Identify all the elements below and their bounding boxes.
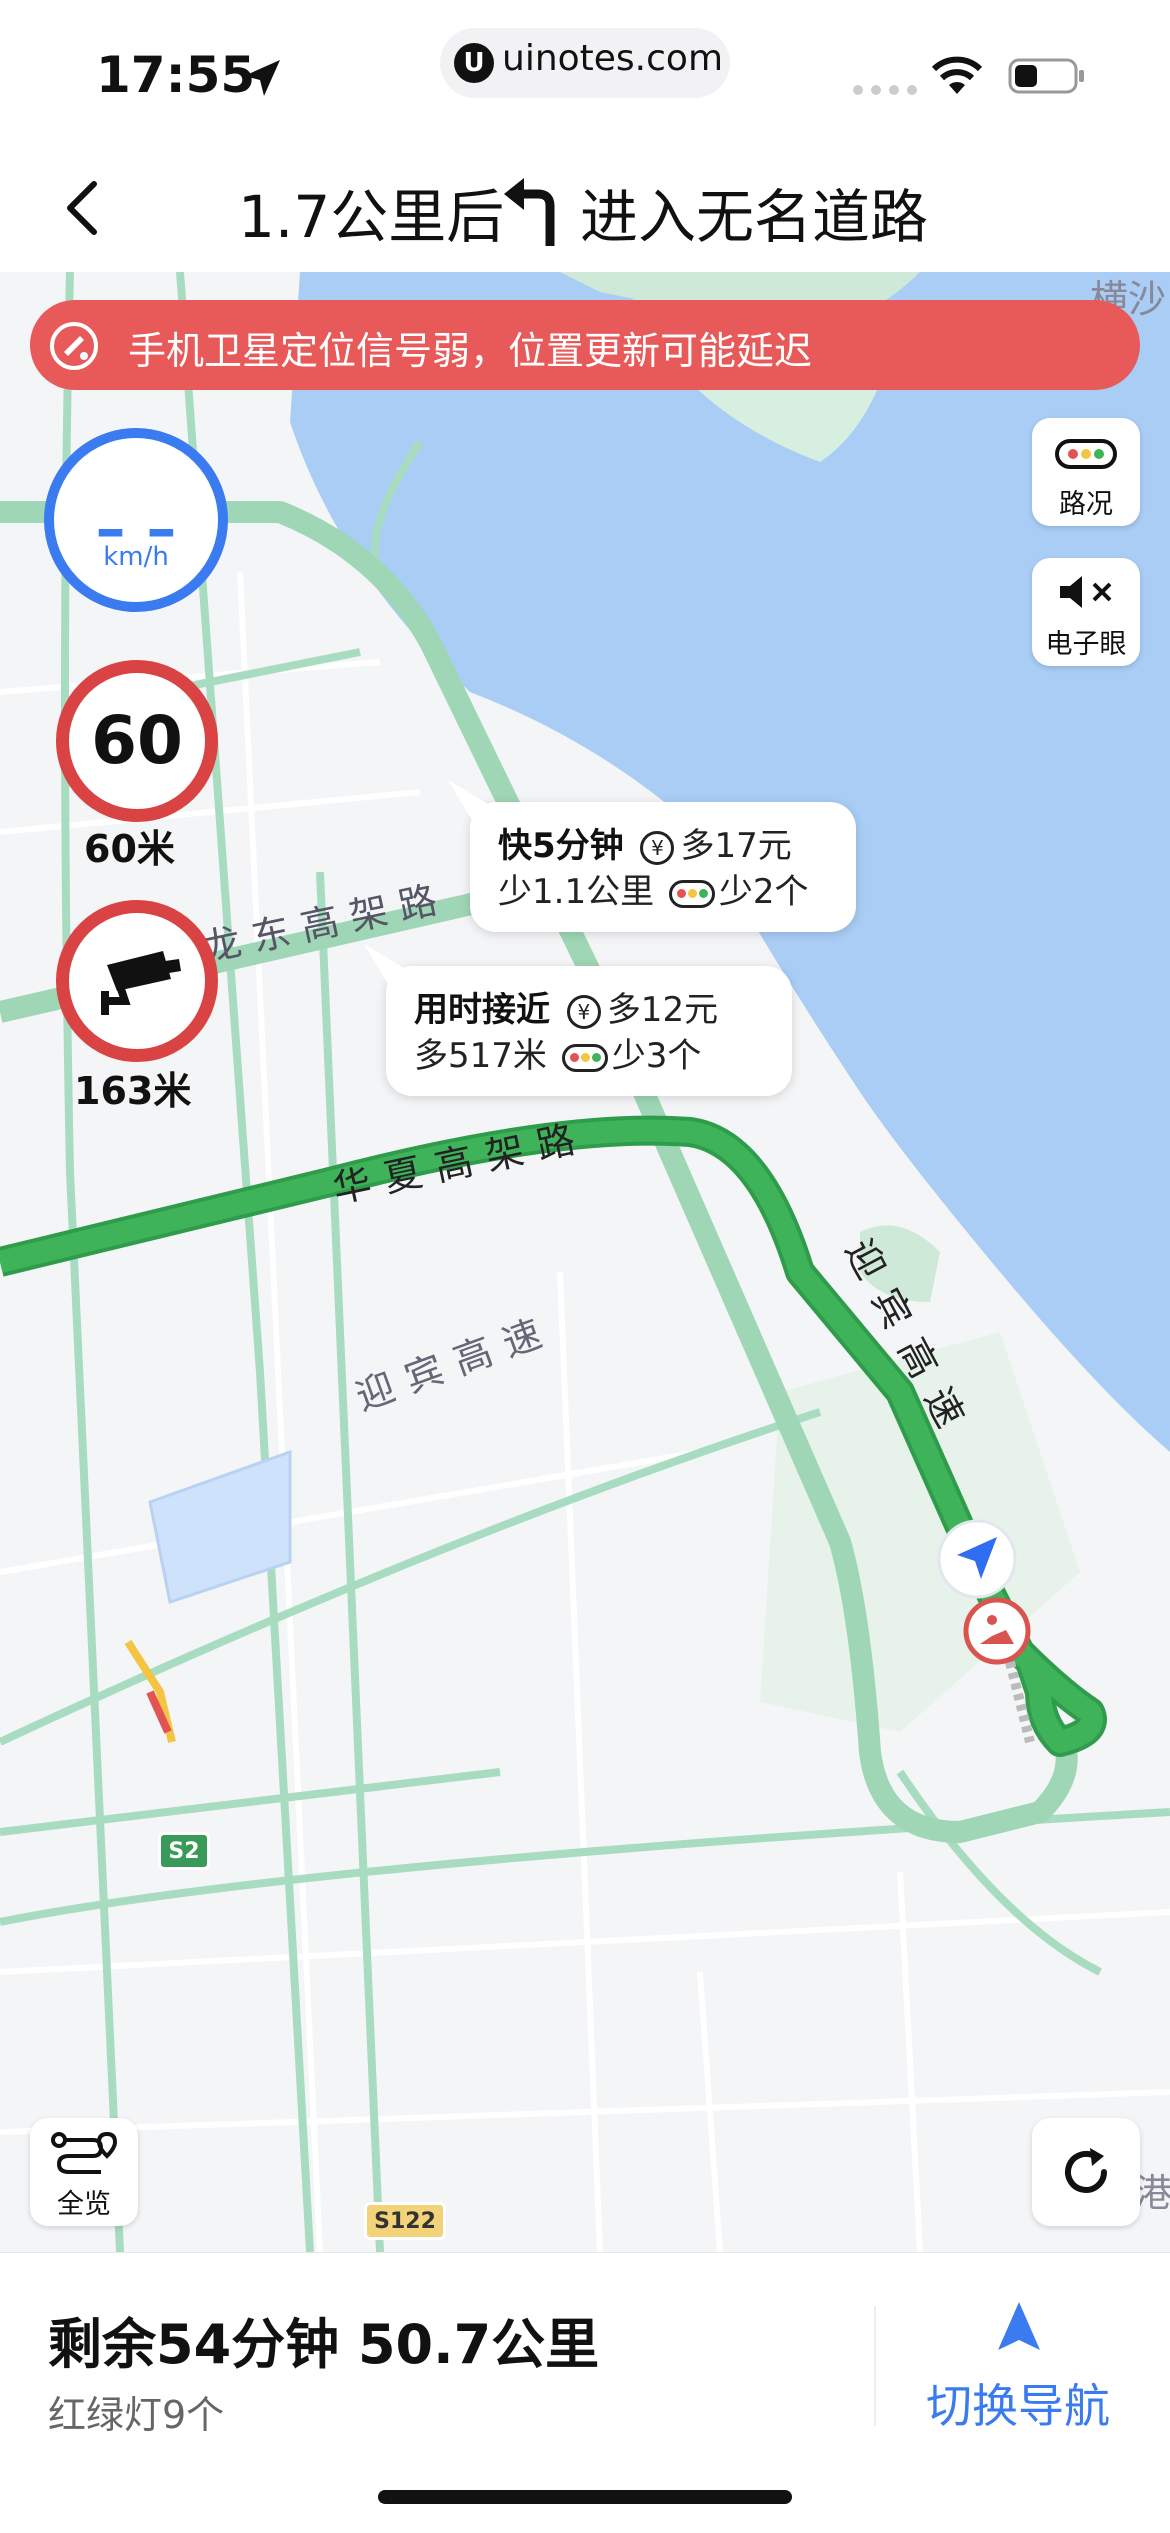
speed-limit-sign: 60: [56, 660, 218, 822]
gps-weak-text: 手机卫星定位信号弱，位置更新可能延迟: [128, 329, 813, 373]
yen-icon: ¥: [640, 830, 675, 865]
highway-shield-s122: S122: [364, 2202, 446, 2240]
url-pill[interactable]: U uinotes.com: [440, 28, 730, 98]
refresh-icon: [1065, 2148, 1107, 2193]
overview-label: 全览: [57, 2189, 111, 2220]
route-2-lights: 少3个: [611, 1036, 702, 1076]
highway-shield-s2: S2: [158, 1832, 210, 1870]
traffic-light-icon: [561, 1043, 608, 1072]
route-overview-icon: [51, 2131, 118, 2174]
status-bar: 17:55 U uinotes.com: [0, 0, 1170, 140]
speed-limit-distance: 60米: [84, 827, 175, 871]
navigation-arrow-icon[interactable]: [994, 2300, 1044, 2354]
home-indicator[interactable]: [378, 2490, 792, 2504]
speed-camera-sign: [56, 900, 218, 1062]
route-2-cost: 多12元: [606, 990, 719, 1030]
route-1-distance: 少1.1公里: [498, 872, 655, 912]
traffic-label: 路况: [1059, 489, 1113, 520]
url-text: uinotes.com: [502, 38, 724, 79]
route-1-lights: 少2个: [718, 872, 809, 912]
traffic-lights-count: 红绿灯9个: [48, 2393, 225, 2437]
traffic-light-icon: [1055, 439, 1117, 469]
route-1-title: 快5分钟: [498, 826, 624, 866]
route-2-title: 用时接近: [414, 990, 550, 1030]
camera-mute-button[interactable]: 电子眼: [1032, 558, 1140, 666]
instruction-distance: 1.7公里后: [238, 183, 505, 251]
location-arrow-icon: [244, 60, 280, 96]
route-option-1[interactable]: 快5分钟 ¥ 多17元 少1.1公里 少2个: [448, 780, 856, 932]
status-time: 17:55: [96, 46, 256, 104]
camera-label: 电子眼: [1045, 629, 1127, 660]
refresh-button[interactable]: [1032, 2118, 1140, 2226]
current-speed: – – km/h: [44, 428, 228, 612]
camera-distance: 163米: [74, 1069, 192, 1113]
speed-unit: km/h: [103, 542, 169, 572]
route-option-2[interactable]: 用时接近 ¥ 多12元 多517米 少3个: [364, 944, 792, 1096]
current-position-icon: [937, 1519, 1017, 1599]
battery-icon: [1008, 58, 1084, 94]
overview-button[interactable]: 全览: [30, 2118, 138, 2226]
camera-icon: [101, 951, 181, 1015]
back-chevron-icon[interactable]: [62, 178, 102, 238]
route-1-cost: 多17元: [680, 826, 792, 866]
instruction-action: 进入无名道路: [580, 183, 929, 251]
switch-navigation-button[interactable]: 切换导航: [926, 2370, 1110, 2436]
divider: [874, 2306, 876, 2426]
remaining-time-distance: 剩余54分钟 50.7公里: [48, 2313, 600, 2376]
yen-icon: ¥: [566, 994, 601, 1029]
route-2-distance: 多517米: [414, 1036, 547, 1076]
wifi-icon: [931, 56, 983, 94]
gps-weak-banner[interactable]: 手机卫星定位信号弱，位置更新可能延迟: [30, 300, 1140, 390]
turn-left-icon: [504, 178, 555, 246]
construction-icon: [963, 1597, 1031, 1665]
traffic-light-icon: [668, 879, 715, 908]
signal-icon: [853, 85, 917, 95]
satellite-icon: [50, 322, 98, 370]
traffic-toggle-button[interactable]: 路况: [1032, 418, 1140, 526]
site-logo-icon: U: [454, 43, 494, 83]
bubble-pointer: [364, 944, 412, 992]
speaker-mute-icon: [1060, 576, 1112, 608]
bubble-pointer: [448, 780, 496, 828]
